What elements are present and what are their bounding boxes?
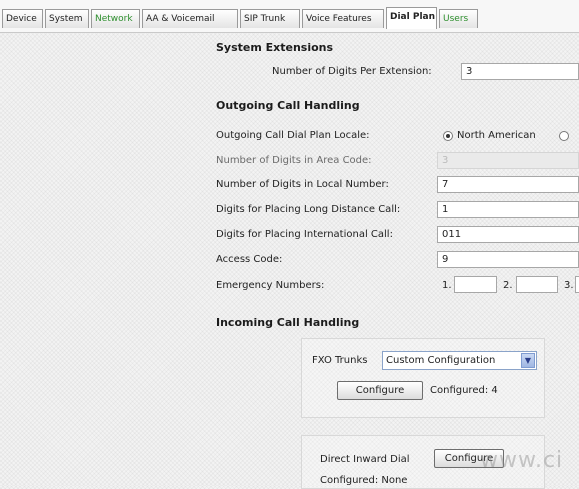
incoming-call-handling-heading: Incoming Call Handling	[216, 316, 360, 329]
local-number-digits-label: Number of Digits in Local Number:	[216, 179, 389, 190]
tab-sip-trunk[interactable]: SIP Trunk	[240, 9, 300, 28]
tab-system[interactable]: System	[45, 9, 89, 28]
watermark: www.ci	[480, 448, 564, 473]
tab-dial-plan[interactable]: Dial Plan	[386, 7, 437, 29]
north-american-radio[interactable]	[443, 131, 453, 141]
chevron-down-icon[interactable]: ▼	[521, 353, 535, 368]
area-code-digits-input[interactable]: 3	[437, 152, 579, 169]
fxo-trunks-select-value: Custom Configuration	[386, 355, 496, 366]
fxo-trunks-select[interactable]: Custom Configuration ▼	[382, 351, 537, 370]
tab-device[interactable]: Device	[2, 9, 43, 28]
long-distance-digits-input[interactable]: 1	[437, 201, 579, 218]
access-code-label: Access Code:	[216, 254, 283, 265]
dial-plan-panel: System Extensions Number of Digits Per E…	[207, 33, 579, 489]
did-configured-status: Configured: None	[320, 475, 408, 486]
north-american-label: North American	[457, 130, 536, 141]
area-code-digits-label: Number of Digits in Area Code:	[216, 155, 372, 166]
emergency-2-prefix: 2.	[503, 280, 513, 291]
fxo-configure-button[interactable]: Configure	[337, 381, 423, 400]
international-digits-label: Digits for Placing International Call:	[216, 229, 393, 240]
long-distance-digits-label: Digits for Placing Long Distance Call:	[216, 204, 401, 215]
international-digits-input[interactable]: 011	[437, 226, 579, 243]
tab-voice-features[interactable]: Voice Features	[302, 9, 384, 28]
dial-plan-locale-label: Outgoing Call Dial Plan Locale:	[216, 130, 370, 141]
tab-users[interactable]: Users	[439, 9, 478, 28]
emergency-3-prefix: 3.	[564, 280, 574, 291]
other-locale-radio[interactable]	[559, 131, 569, 141]
fxo-trunks-label: FXO Trunks	[312, 355, 368, 366]
digits-per-extension-input[interactable]: 3	[461, 63, 579, 80]
tab-bar: Device System Network AA & Voicemail SIP…	[0, 0, 579, 33]
emergency-number-2-input[interactable]	[516, 276, 558, 293]
fxo-configured-count: Configured: 4	[430, 385, 498, 396]
access-code-input[interactable]: 9	[437, 251, 579, 268]
left-panel	[0, 33, 207, 486]
emergency-number-3-input[interactable]	[575, 276, 579, 293]
fxo-trunks-box	[301, 338, 545, 418]
system-extensions-heading: System Extensions	[216, 41, 334, 54]
emergency-1-prefix: 1.	[442, 280, 452, 291]
outgoing-call-handling-heading: Outgoing Call Handling	[216, 99, 360, 112]
local-number-digits-input[interactable]: 7	[437, 176, 579, 193]
direct-inward-dial-label: Direct Inward Dial	[320, 454, 410, 465]
emergency-number-1-input[interactable]	[454, 276, 497, 293]
digits-per-extension-label: Number of Digits Per Extension:	[272, 66, 432, 77]
emergency-numbers-label: Emergency Numbers:	[216, 280, 325, 291]
tab-aa-voicemail[interactable]: AA & Voicemail	[142, 9, 238, 28]
tab-network[interactable]: Network	[91, 9, 140, 28]
